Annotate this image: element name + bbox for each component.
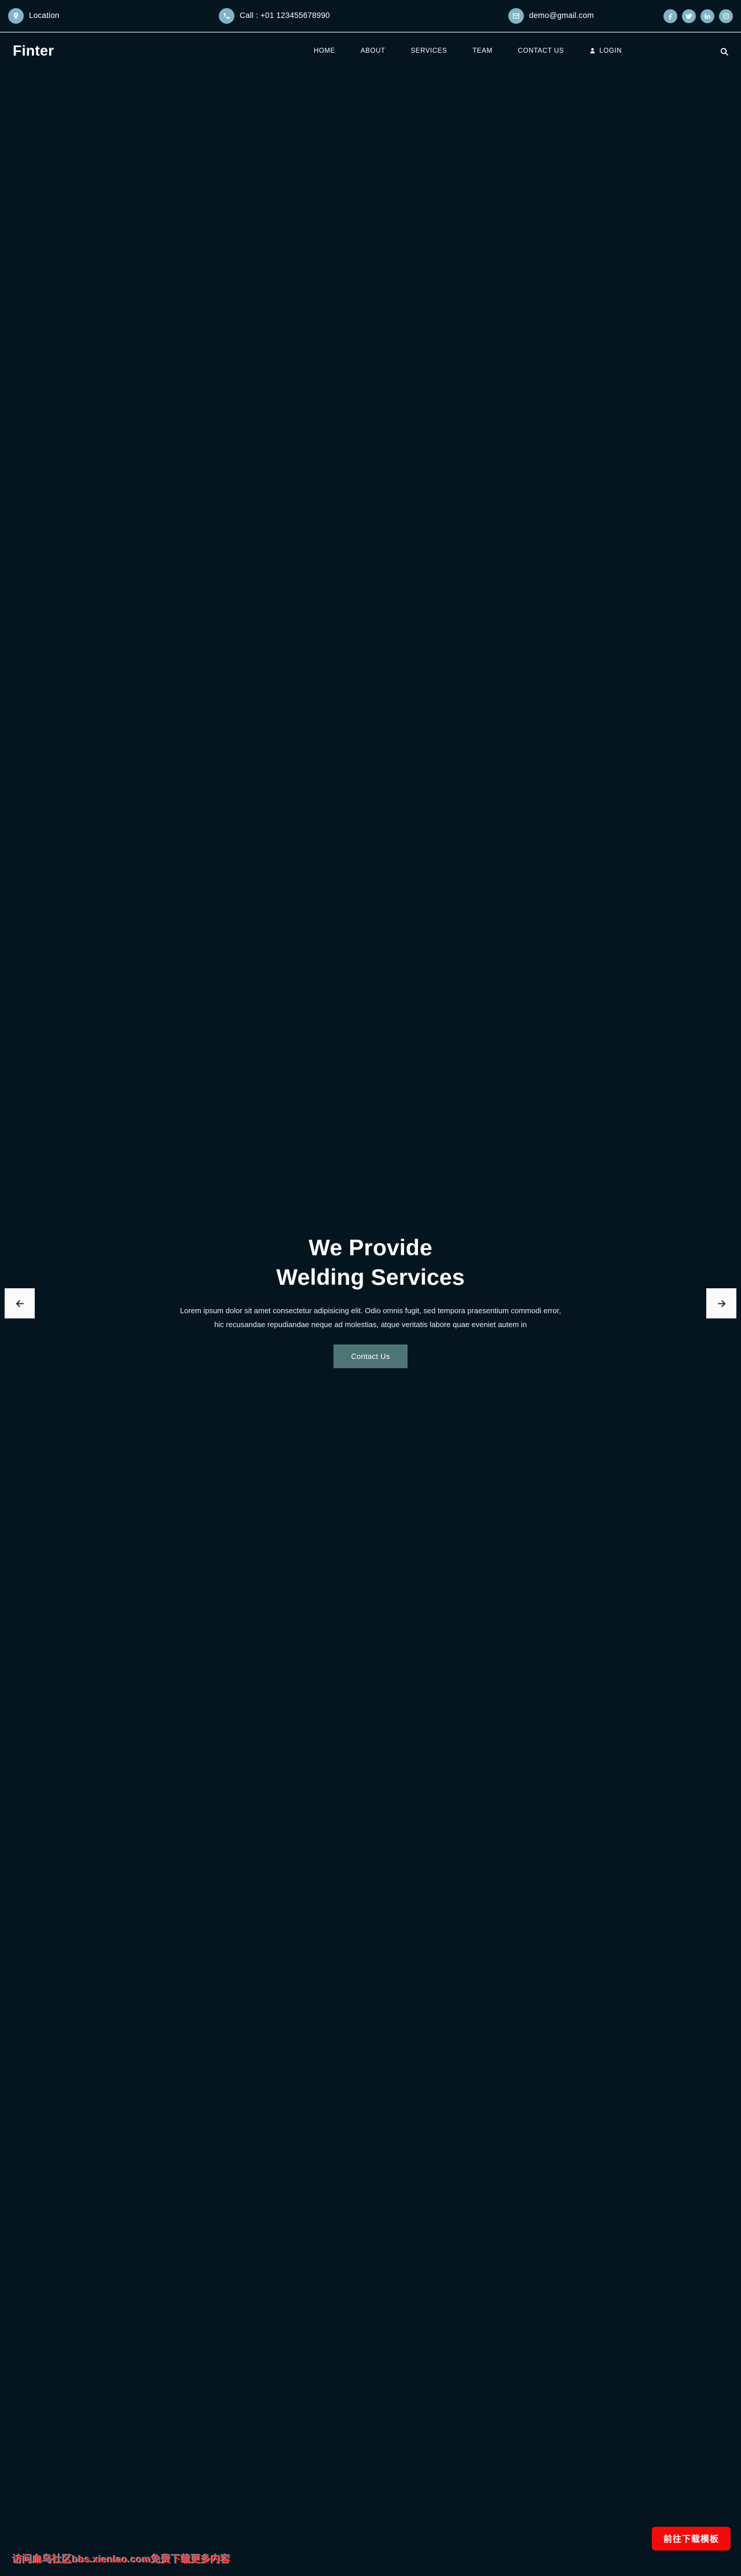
topbar-email[interactable]: demo@gmail.com [508, 8, 594, 24]
top-info-bar: Location Call : +01 123455678990 demo@gm… [0, 0, 741, 32]
hero-title: We Provide Welding Services [0, 1234, 741, 1292]
nav-item-team[interactable]: TEAM [460, 47, 505, 55]
nav-item-services[interactable]: SERVICES [398, 47, 460, 55]
carousel-prev-button[interactable] [5, 1288, 35, 1318]
topbar-phone[interactable]: Call : +01 123455678990 [219, 8, 330, 24]
nav-item-home[interactable]: HOME [301, 47, 348, 55]
user-icon [589, 46, 596, 57]
site-watermark: 访问血鸟社区bbs.xienlao.com免费下载更多内容 [13, 2554, 232, 2565]
hero-title-line-1: We Provide [309, 1236, 432, 1260]
search-icon[interactable] [718, 45, 731, 58]
site-logo[interactable]: Finter [13, 44, 54, 59]
nav-item-about[interactable]: ABOUT [348, 47, 398, 55]
twitter-icon[interactable] [682, 9, 696, 23]
main-navigation: Finter HOME ABOUT SERVICES TEAM CONTACT … [0, 33, 741, 70]
nav-links: HOME ABOUT SERVICES TEAM CONTACT US LOGI… [301, 46, 634, 57]
map-pin-icon [8, 8, 24, 24]
envelope-icon [508, 8, 524, 24]
page-root: Location Call : +01 123455678990 demo@gm… [0, 0, 741, 2576]
nav-item-login[interactable]: LOGIN [577, 46, 634, 57]
hero-description: Lorem ipsum dolor sit amet consectetur a… [179, 1306, 562, 1329]
carousel-next-button[interactable] [706, 1288, 736, 1318]
topbar-location-label: Location [29, 11, 60, 20]
social-links [663, 9, 733, 23]
phone-icon [219, 8, 234, 24]
nav-item-login-label: LOGIN [599, 47, 622, 54]
arrow-right-icon [717, 1299, 727, 1309]
hero-title-line-2: Welding Services [276, 1265, 465, 1290]
topbar-phone-label: Call : +01 123455678990 [240, 11, 330, 20]
topbar-location[interactable]: Location [8, 8, 60, 24]
instagram-icon[interactable] [719, 9, 733, 23]
hero-content: We Provide Welding Services Lorem ipsum … [0, 1234, 741, 1369]
topbar-email-label: demo@gmail.com [529, 11, 594, 20]
arrow-left-icon [15, 1299, 25, 1309]
download-template-button[interactable]: 前往下载模板 [651, 2527, 731, 2551]
hero-slider: We Provide Welding Services Lorem ipsum … [0, 70, 741, 2491]
facebook-icon[interactable] [663, 9, 677, 23]
linkedin-icon[interactable] [700, 9, 714, 23]
contact-us-button[interactable]: Contact Us [333, 1344, 408, 1369]
nav-item-contact-us[interactable]: CONTACT US [505, 47, 577, 55]
